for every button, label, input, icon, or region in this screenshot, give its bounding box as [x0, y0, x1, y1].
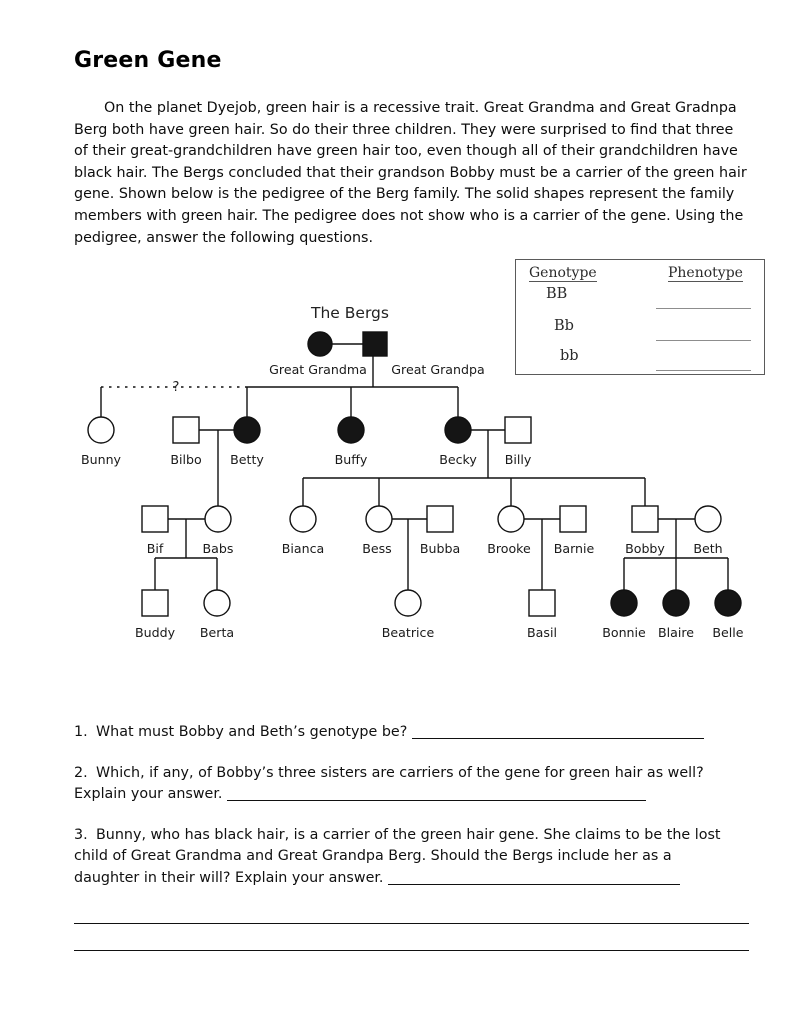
pedigree-label-bubba: Bubba — [420, 541, 460, 556]
question-1: 1. What must Bobby and Beth’s genotype b… — [74, 722, 749, 744]
pedigree-symbol-great-grandma[interactable] — [307, 331, 333, 357]
pedigree-label-beth: Beth — [693, 541, 722, 556]
pedigree-symbol-belle[interactable] — [714, 589, 742, 617]
pedigree-label-betty: Betty — [230, 452, 264, 467]
pedigree-symbol-bobby[interactable] — [631, 505, 659, 533]
pedigree-label-babs: Babs — [203, 541, 234, 556]
page-title: Green Gene — [74, 48, 222, 73]
pedigree-label-bunny: Bunny — [81, 452, 122, 467]
question-3: 3. Bunny, who has black hair, is a carri… — [74, 825, 749, 890]
pedigree-symbol-great-grandpa[interactable] — [362, 331, 388, 357]
pedigree-symbol-buddy[interactable] — [141, 589, 169, 617]
worksheet-page: Green Gene On the planet Dyejob, green h… — [0, 0, 791, 1024]
pedigree-label-bobby: Bobby — [625, 541, 665, 556]
pedigree-symbol-basil[interactable] — [528, 589, 556, 617]
pedigree-chart: The Bergs ? Great Grandma Great Grandpa … — [60, 290, 744, 650]
question-3-text-line-3: daughter in their will? Explain your ans… — [74, 869, 384, 886]
pedigree-label-bianca: Bianca — [282, 541, 324, 556]
pedigree-symbol-berta[interactable] — [203, 589, 231, 617]
pedigree-label-buddy: Buddy — [135, 625, 176, 640]
pedigree-symbol-billy[interactable] — [504, 416, 532, 444]
pedigree-label-bif: Bif — [147, 541, 164, 556]
pedigree-symbol-bif[interactable] — [141, 505, 169, 533]
pedigree-label-becky: Becky — [439, 452, 477, 467]
pedigree-symbol-beatrice[interactable] — [394, 589, 422, 617]
pedigree-label-basil: Basil — [527, 625, 557, 640]
question-3-text-line-2: child of Great Grandma and Great Grandpa… — [74, 848, 672, 864]
question-2-number: 2. — [74, 764, 88, 781]
pedigree-symbol-babs[interactable] — [204, 505, 232, 533]
pedigree-symbol-buffy[interactable] — [337, 416, 365, 444]
pedigree-symbol-bianca[interactable] — [289, 505, 317, 533]
genotype-table-header: Genotype Phenotype — [516, 265, 764, 285]
question-3-text-line-1: Bunny, who has black hair, is a carrier … — [96, 826, 721, 843]
question-2-text-line-1: Which, if any, of Bobby’s three sisters … — [96, 764, 704, 781]
pedigree-label-beatrice: Beatrice — [382, 625, 435, 640]
question-1-answer-line[interactable] — [411, 724, 704, 739]
question-2: 2. Which, if any, of Bobby’s three siste… — [74, 763, 749, 806]
pedigree-label-bonnie: Bonnie — [602, 625, 646, 640]
pedigree-title: The Bergs — [310, 304, 389, 322]
pedigree-symbol-blaire[interactable] — [662, 589, 690, 617]
pedigree-label-barnie: Barnie — [554, 541, 595, 556]
pedigree-symbol-bonnie[interactable] — [610, 589, 638, 617]
uncertain-marker: ? — [173, 380, 180, 395]
question-3-number: 3. — [74, 826, 88, 843]
pedigree-label-great-grandpa: Great Grandpa — [391, 362, 484, 377]
pedigree-symbol-bess[interactable] — [365, 505, 393, 533]
pedigree-label-blaire: Blaire — [658, 625, 694, 640]
pedigree-label-billy: Billy — [505, 452, 532, 467]
question-1-text: What must Bobby and Beth’s genotype be? — [96, 724, 408, 740]
question-3-answer-line[interactable] — [388, 870, 681, 885]
pedigree-symbol-bunny[interactable] — [87, 416, 115, 444]
pedigree-label-buffy: Buffy — [335, 452, 368, 467]
pedigree-label-bess: Bess — [362, 541, 392, 556]
pedigree-symbol-bubba[interactable] — [426, 505, 454, 533]
answer-line-extra-2[interactable] — [74, 950, 749, 951]
pedigree-symbol-brooke[interactable] — [497, 505, 525, 533]
pedigree-symbol-beth[interactable] — [694, 505, 722, 533]
answer-line-extra-1[interactable] — [74, 923, 749, 924]
pedigree-label-berta: Berta — [200, 625, 234, 640]
pedigree-label-great-grandma: Great Grandma — [269, 362, 367, 377]
pedigree-symbol-bilbo[interactable] — [172, 416, 200, 444]
intro-paragraph: On the planet Dyejob, green hair is a re… — [74, 100, 747, 246]
genotype-column-header: Genotype — [529, 265, 597, 282]
pedigree-symbol-barnie[interactable] — [559, 505, 587, 533]
pedigree-label-brooke: Brooke — [487, 541, 531, 556]
pedigree-label-bilbo: Bilbo — [170, 452, 202, 467]
questions-section: 1. What must Bobby and Beth’s genotype b… — [74, 722, 749, 951]
pedigree-symbol-becky[interactable] — [444, 416, 472, 444]
question-2-answer-line[interactable] — [227, 786, 646, 801]
question-2-text-line-2: Explain your answer. — [74, 786, 223, 802]
pedigree-label-belle: Belle — [712, 625, 743, 640]
pedigree-symbol-betty[interactable] — [233, 416, 261, 444]
phenotype-column-header: Phenotype — [668, 265, 743, 282]
question-1-number: 1. — [74, 724, 88, 740]
